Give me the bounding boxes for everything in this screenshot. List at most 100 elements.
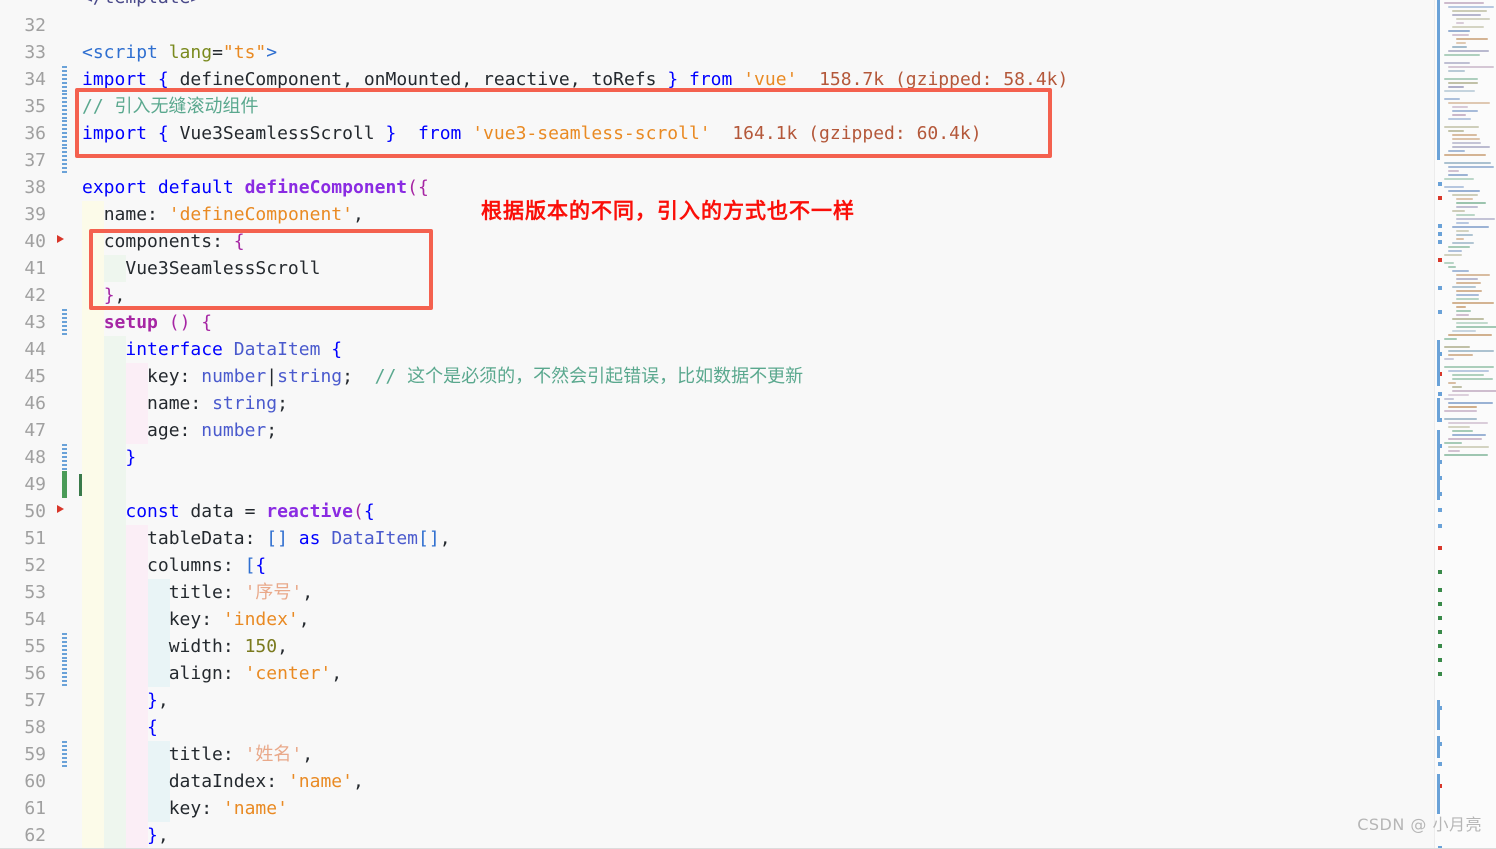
code-line-text[interactable]: export default defineComponent({ [82,174,429,201]
fold-arrow-icon[interactable] [57,235,64,243]
minimap-code-line [1448,406,1478,408]
diff-modified-marker[interactable] [62,444,67,471]
code-line[interactable]: 60 dataIndex: 'name', [0,768,1434,795]
code-line-text[interactable]: }, [82,282,126,309]
minimap-scroll-indicator[interactable] [1437,774,1440,814]
minimap-code-line [1448,334,1492,336]
code-line[interactable]: 42 }, [0,282,1434,309]
minimap-code-line [1448,170,1460,172]
code-line[interactable]: 44 interface DataItem { [0,336,1434,363]
text-cursor [79,474,82,496]
code-line-text[interactable]: } [82,444,136,471]
diff-modified-marker[interactable] [62,93,67,120]
code-line-text[interactable]: Vue3SeamlessScroll [82,255,320,282]
code-line[interactable]: 43 setup () { [0,309,1434,336]
diff-modified-marker[interactable] [62,147,67,174]
code-line[interactable]: 40 components: { [0,228,1434,255]
minimap-code-line [1456,310,1472,312]
diff-added-marker[interactable] [62,471,67,498]
code-line[interactable]: 55 width: 150, [0,633,1434,660]
code-line[interactable]: 48 } [0,444,1434,471]
minimap-code-line [1456,290,1482,292]
code-line[interactable]: 53 title: '序号', [0,579,1434,606]
code-editor[interactable]: </template> 32 33 <script lang="ts"> 34 impo… [0,0,1496,849]
minimap-scroll-indicator[interactable] [1437,430,1440,500]
code-line[interactable]: 51 tableData: [] as DataItem[], [0,525,1434,552]
code-line[interactable]: 41 Vue3SeamlessScroll [0,255,1434,282]
code-line-text[interactable]: name: 'defineComponent', [82,201,364,228]
code-line-text[interactable]: setup () { [82,309,212,336]
diff-modified-marker[interactable] [62,309,67,336]
minimap-scroll-indicator[interactable] [1437,398,1440,422]
minimap-code-line [1456,18,1490,20]
code-line-text[interactable]: name: string; [82,390,288,417]
minimap-code-line [1444,442,1462,444]
minimap-code-line [1448,30,1471,32]
code-line[interactable]: 56 align: 'center', [0,660,1434,687]
code-line-text[interactable]: title: '序号', [82,579,313,606]
minimap-scroll-indicator[interactable] [1437,736,1440,758]
code-lines-container[interactable]: 32 33 <script lang="ts"> 34 import { defineC… [0,12,1434,849]
code-line[interactable]: 50 const data = reactive({ [0,498,1434,525]
code-line[interactable]: 35 // 引入无缝滚动组件 [0,93,1434,120]
fold-arrow-icon[interactable] [57,505,64,513]
code-line[interactable]: 33 <script lang="ts"> [0,39,1434,66]
diff-modified-marker[interactable] [62,633,67,660]
minimap-scroll-indicator[interactable] [1437,340,1440,386]
minimap-code-line [1452,110,1479,112]
minimap-scroll-indicator[interactable] [1437,0,1440,160]
code-line-text[interactable]: columns: [{ [82,552,266,579]
diff-modified-marker[interactable] [62,66,67,93]
code-line-text[interactable]: }, [82,822,169,849]
code-line-text[interactable]: key: 'index', [82,606,310,633]
code-line-text[interactable]: tableData: [] as DataItem[], [82,525,451,552]
code-line[interactable]: 34 import { defineComponent, onMounted, r… [0,66,1434,93]
code-line-text[interactable]: // 引入无缝滚动组件 [82,93,259,120]
code-line-text[interactable]: <script lang="ts"> [82,39,277,66]
minimap-code-line [1448,130,1464,132]
code-line[interactable]: 46 name: string; [0,390,1434,417]
code-line-text[interactable]: title: '姓名', [82,741,313,768]
code-line-text[interactable]: }, [82,687,169,714]
code-line[interactable]: 32 [0,12,1434,39]
code-line-text[interactable]: components: { [82,228,245,255]
minimap-code-line [1448,426,1470,428]
code-line[interactable]: 45 key: number|string; // 这个是必须的，不然会引起错误… [0,363,1434,390]
code-line[interactable]: 54 key: 'index', [0,606,1434,633]
minimap-code-line [1444,398,1455,400]
minimap-code-line [1448,438,1483,440]
line-number: 55 [24,636,46,657]
editor-minimap[interactable] [1434,0,1496,849]
line-number: 54 [24,609,46,630]
minimap-code-line [1444,78,1479,80]
code-line-text[interactable]: age: number; [82,417,277,444]
line-number: 34 [24,69,46,90]
diff-modified-marker[interactable] [62,660,67,687]
code-line-text[interactable]: interface DataItem { [82,336,342,363]
code-line-text[interactable]: width: 150, [82,633,288,660]
code-line-text[interactable]: import { defineComponent, onMounted, rea… [82,66,1068,93]
minimap-scroll-indicator[interactable] [1437,700,1440,730]
code-line[interactable]: 59 title: '姓名', [0,741,1434,768]
minimap-code-line [1448,402,1493,404]
code-line[interactable]: 47 age: number; [0,417,1434,444]
code-line[interactable]: 57 }, [0,687,1434,714]
code-line-text[interactable]: align: 'center', [82,660,342,687]
code-line[interactable]: 58 { [0,714,1434,741]
code-line[interactable]: 62 }, [0,822,1434,849]
diff-modified-marker[interactable] [62,120,67,147]
line-number: 42 [24,285,46,306]
code-line-text[interactable]: key: number|string; // 这个是必须的，不然会引起错误，比如… [82,363,803,390]
code-line-text[interactable]: const data = reactive({ [82,498,374,525]
code-line-text[interactable]: { [82,714,158,741]
code-line-text[interactable]: import { Vue3SeamlessScroll } from 'vue3… [82,120,982,147]
code-line[interactable]: 49 [0,471,1434,498]
code-line[interactable]: 52 columns: [{ [0,552,1434,579]
code-line[interactable]: 36 import { Vue3SeamlessScroll } from 'vu… [0,120,1434,147]
code-line[interactable]: 37 [0,147,1434,174]
diff-modified-marker[interactable] [62,741,67,768]
code-line-text[interactable]: key: 'name' [82,795,288,822]
minimap-code-line [1444,418,1477,420]
code-line-text[interactable]: dataIndex: 'name', [82,768,364,795]
code-line[interactable]: 61 key: 'name' [0,795,1434,822]
